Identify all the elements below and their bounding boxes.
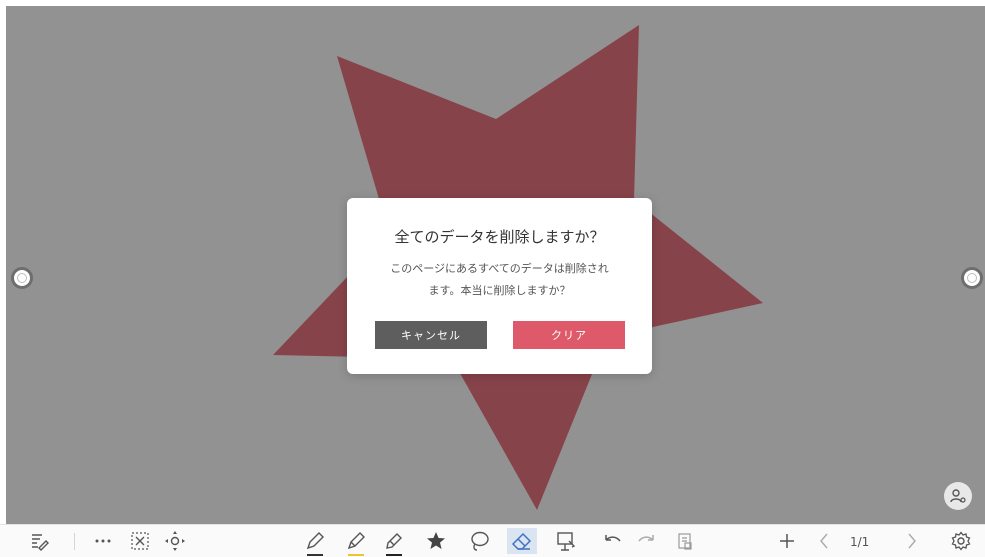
add-page-icon[interactable] [776,530,798,552]
bottom-toolbar: 1/1 [0,524,985,557]
clipboard-icon[interactable] [674,530,696,552]
settings-icon[interactable] [950,530,972,552]
right-page-handle[interactable] [961,267,983,289]
dialog-title: 全てのデータを削除しますか？ [394,228,605,246]
user-icon[interactable] [944,482,972,510]
dialog-message-line2: ます。本当に削除しますか？ [428,284,571,297]
notes-icon[interactable] [28,530,50,552]
more-icon[interactable] [92,530,114,552]
confirm-dialog: 全てのデータを削除しますか？ このページにあるすべてのデータは削除され ます。本… [347,198,652,374]
eraser-icon[interactable] [507,528,537,554]
undo-icon[interactable] [601,530,623,552]
prev-page-icon[interactable] [815,530,833,552]
marker-icon[interactable] [383,530,405,556]
highlighter-icon[interactable] [345,530,367,556]
pencil-color-swatch [307,554,323,556]
cancel-button[interactable]: キャンセル [375,321,487,349]
dialog-message-line1: このページにあるすべてのデータは削除され [390,262,609,275]
clear-button[interactable]: クリア [513,321,625,349]
marker-color-swatch [386,554,402,556]
dialog-message: このページにあるすべてのデータは削除され ます。本当に削除しますか？ [367,258,632,302]
toolbar-divider [74,533,75,550]
insert-icon[interactable] [554,530,578,552]
left-page-handle[interactable] [11,267,33,289]
lasso-icon[interactable] [467,530,491,552]
person-icon [950,489,966,503]
select-icon[interactable] [128,530,152,552]
redo-icon[interactable] [636,530,658,552]
page-indicator: 1/1 [850,535,870,549]
star-icon[interactable] [425,530,447,552]
move-icon[interactable] [163,530,187,552]
highlighter-color-swatch [348,554,364,556]
next-page-icon[interactable] [903,530,921,552]
pencil-icon[interactable] [304,530,326,556]
